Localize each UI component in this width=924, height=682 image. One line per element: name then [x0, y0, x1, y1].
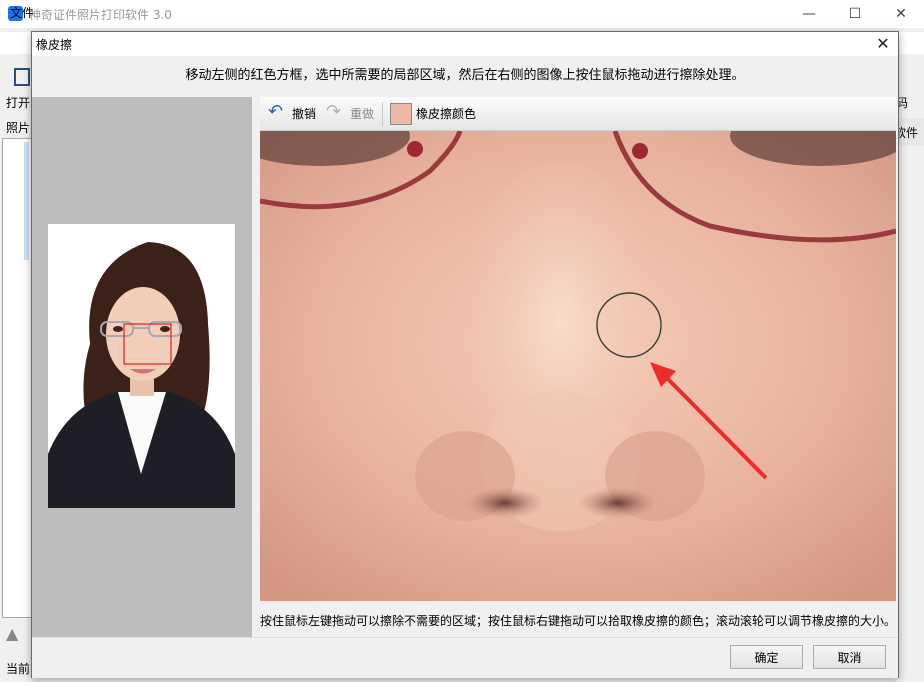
close-icon[interactable]: ✕	[868, 32, 898, 56]
dialog-title: 橡皮擦	[36, 38, 73, 52]
undo-arrow-icon[interactable]: ↶	[268, 103, 283, 121]
zoomed-image-canvas[interactable]	[260, 131, 896, 601]
photo-list[interactable]	[2, 138, 34, 618]
preview-panel	[32, 97, 252, 637]
up-arrow-icon[interactable]: ▲	[6, 624, 26, 646]
redo-button[interactable]: 重做	[350, 105, 374, 122]
status-label: 当前	[6, 662, 31, 676]
zoomed-nose-image	[260, 131, 896, 601]
maximize-button[interactable]: ☐	[832, 0, 878, 28]
portrait-thumbnail[interactable]	[48, 224, 235, 508]
eraser-color-label[interactable]: 橡皮擦颜色	[416, 105, 476, 122]
undo-button[interactable]: 撤销	[292, 105, 316, 122]
app-close-button[interactable]: ✕	[878, 0, 924, 28]
open-file-icon[interactable]	[14, 68, 30, 86]
ok-button[interactable]: 确定	[730, 645, 803, 669]
dialog-instruction: 移动左侧的红色方框，选中所需要的局部区域，然后在右侧的图像上按住鼠标拖动进行擦除…	[185, 68, 745, 83]
eraser-dialog: 橡皮擦 ✕ 移动左侧的红色方框，选中所需要的局部区域，然后在右侧的图像上按住鼠标…	[31, 31, 899, 678]
menu-file[interactable]: 文件	[10, 4, 34, 21]
dialog-titlebar: 橡皮擦 ✕	[32, 32, 898, 56]
minimize-button[interactable]: —	[786, 0, 832, 28]
usage-hint: 按住鼠标左键拖动可以擦除不需要的区域；按住鼠标右键拖动可以拾取橡皮擦的颜色；滚动…	[260, 614, 897, 628]
photo-list-label: 照片	[6, 121, 31, 135]
eraser-toolbar: ↶ 撤销 ↷ 重做 橡皮擦颜色	[260, 97, 896, 131]
app-title: 神奇证件照片打印软件 3.0	[29, 8, 172, 22]
portrait-image	[48, 224, 235, 508]
eraser-color-swatch[interactable]	[390, 103, 412, 125]
redo-arrow-icon[interactable]: ↷	[326, 103, 341, 121]
photo-list-selection[interactable]	[24, 142, 29, 260]
toolbar-separator	[382, 102, 383, 126]
cancel-button[interactable]: 取消	[813, 645, 886, 669]
toolbar-open-label[interactable]: 打开	[6, 94, 30, 111]
